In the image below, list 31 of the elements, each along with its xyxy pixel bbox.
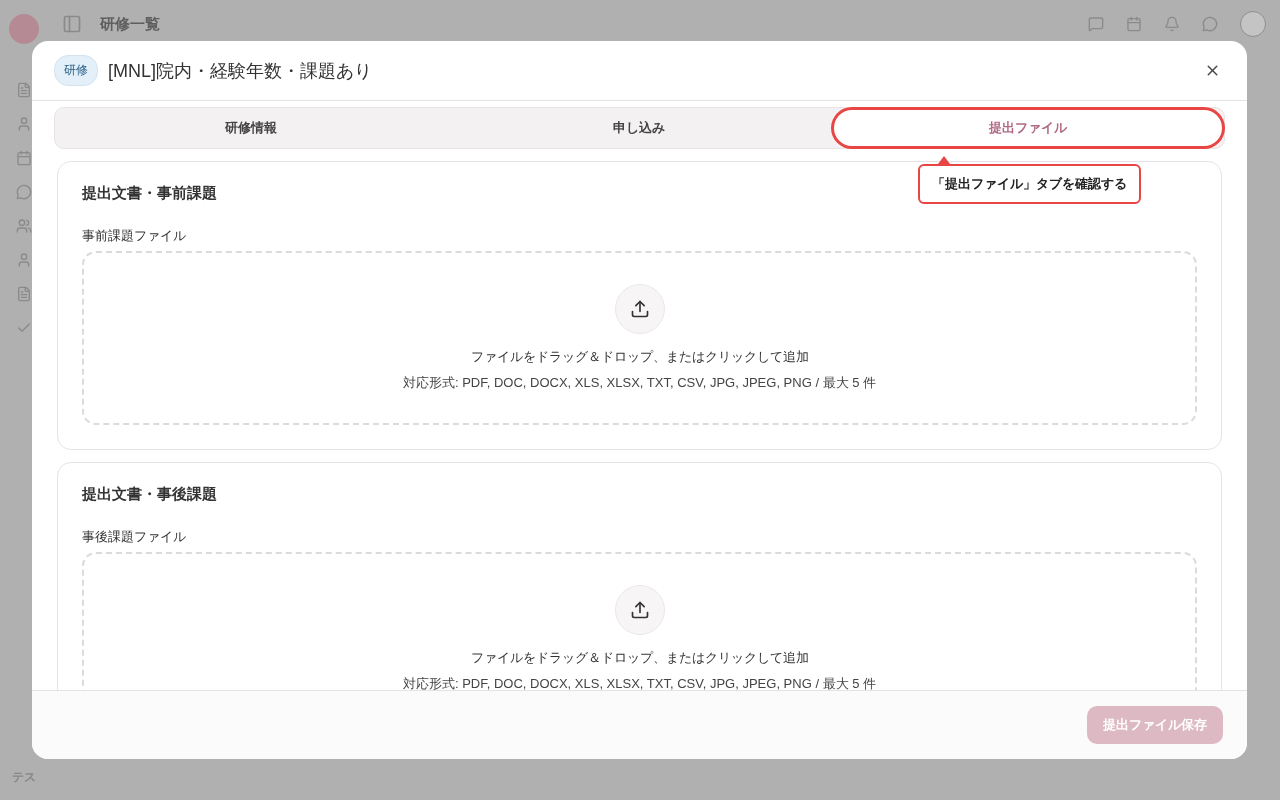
format-note: 対応形式: PDF, DOC, DOCX, XLS, XLSX, TXT, CSV, JPG, JPEG, PNG / 最大 5 件: [402, 374, 877, 392]
calendar-icon[interactable]: [16, 150, 32, 166]
calendar-icon[interactable]: [1126, 16, 1142, 32]
file-dropzone[interactable]: ファイルをドラッグ＆ドロップ、またはクリックして追加 対応形式: PDF, DOC, DOCX, XLS, XLSX, TXT, CSV, JPG, JPEG, PNG / 最大 5 件: [82, 251, 1197, 425]
tab[interactable]: 申し込み: [445, 110, 834, 146]
user-icon[interactable]: [16, 116, 32, 132]
field-label: 事後課題ファイル: [82, 528, 186, 546]
tab[interactable]: 研修情報: [57, 110, 446, 146]
section-heading: 提出文書・事後課題: [82, 485, 217, 504]
users-icon[interactable]: [16, 218, 32, 234]
upload-icon: [614, 585, 665, 635]
format-note: 対応形式: PDF, DOC, DOCX, XLS, XLSX, TXT, CSV, JPG, JPEG, PNG / 最大 5 件: [402, 675, 877, 690]
logo-icon: [9, 14, 39, 44]
dropzone-prompt: ファイルをドラッグ＆ドロップ、またはクリックして追加: [470, 348, 809, 366]
chat-icon[interactable]: [1202, 16, 1218, 32]
section-heading: 提出文書・事前課題: [82, 184, 217, 203]
avatar[interactable]: [1240, 11, 1266, 37]
document-icon[interactable]: [16, 286, 32, 302]
field-label: 事前課題ファイル: [82, 227, 186, 245]
upload-icon: [614, 284, 665, 334]
message-icon[interactable]: [1088, 16, 1104, 32]
user-icon[interactable]: [16, 252, 32, 268]
callout: 「提出ファイル」タブを確認する: [917, 164, 1141, 204]
chat-icon[interactable]: [16, 184, 32, 200]
document-icon[interactable]: [16, 82, 32, 98]
category-badge: 研修: [54, 55, 98, 86]
bell-icon[interactable]: [1164, 16, 1180, 32]
dropzone-prompt: ファイルをドラッグ＆ドロップ、またはクリックして追加: [470, 649, 809, 667]
page-title: 研修一覧: [100, 14, 160, 34]
dialog-title: [MNL]院内・経験年数・課題あり: [108, 59, 372, 83]
sidebar-toggle-icon[interactable]: [62, 14, 82, 34]
